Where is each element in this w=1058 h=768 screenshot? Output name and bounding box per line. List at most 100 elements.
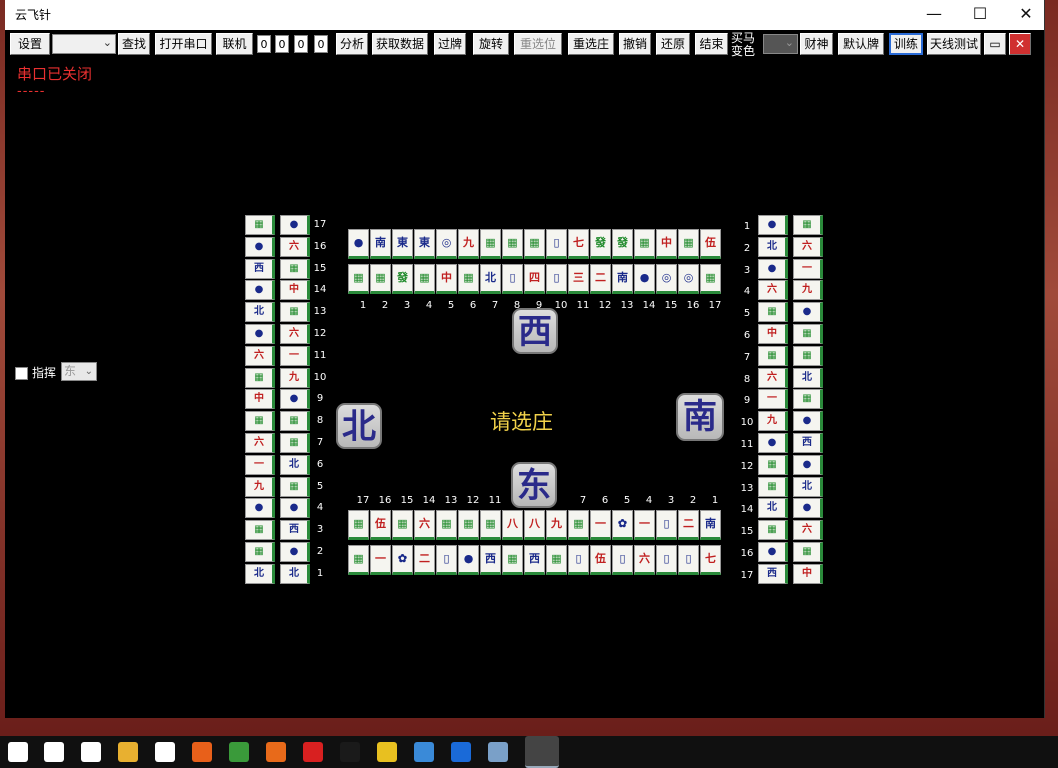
left-wall-tile[interactable]: 北 (245, 563, 275, 584)
right-wall-tile[interactable]: 北 (758, 498, 788, 519)
num-field-1[interactable]: 0 (257, 35, 271, 53)
left-wall-tile[interactable]: ▦ (245, 411, 275, 432)
bottom-wall-tile[interactable]: 二 (414, 545, 435, 575)
right-wall-tile[interactable]: ▦ (758, 454, 788, 475)
top-wall-tile[interactable]: 發 (392, 264, 413, 294)
bottom-wall-tile[interactable]: ▯ (612, 545, 633, 575)
right-wall-tile[interactable]: ▦ (758, 520, 788, 541)
bottom-wall-tile[interactable]: 一 (370, 545, 391, 575)
direction-select[interactable]: 东 ⌄ (61, 362, 97, 381)
app-orange-icon[interactable] (266, 742, 286, 762)
wind-north[interactable]: 北 (336, 403, 382, 449)
right-wall-tile[interactable]: ● (793, 302, 823, 323)
left-wall-tile[interactable]: 一 (280, 345, 310, 366)
chrome-icon[interactable] (229, 742, 249, 762)
left-wall-tile[interactable]: 六 (245, 345, 275, 366)
bottom-wall-tile[interactable]: ▦ (392, 510, 413, 540)
firefox-icon[interactable] (192, 742, 212, 762)
chat-icon[interactable] (44, 742, 64, 762)
top-wall-tile[interactable]: 九 (458, 229, 479, 259)
bottom-wall-tile[interactable]: ✿ (392, 545, 413, 575)
bottom-wall-tile[interactable]: ▦ (502, 545, 523, 575)
left-wall-tile[interactable]: 中 (245, 389, 275, 410)
command-checkbox[interactable] (15, 367, 28, 380)
bottom-wall-tile[interactable]: 七 (700, 545, 721, 575)
wind-west[interactable]: 西 (512, 308, 558, 354)
left-wall-tile[interactable]: ▦ (245, 542, 275, 562)
bottom-wall-tile[interactable]: 西 (480, 545, 501, 575)
bottom-wall-tile[interactable]: 伍 (590, 545, 611, 575)
bottom-wall-tile[interactable]: 八 (524, 510, 545, 540)
num-field-4[interactable]: 0 (314, 35, 328, 53)
right-wall-tile[interactable]: ● (793, 498, 823, 519)
left-wall-tile[interactable]: ▦ (245, 367, 275, 388)
find-button[interactable]: 查找 (118, 33, 150, 55)
right-wall-tile[interactable]: ▦ (793, 389, 823, 410)
settings-button[interactable]: 设置 (10, 33, 50, 55)
close-button[interactable]: ✕ (1003, 0, 1049, 30)
right-wall-tile[interactable]: ● (793, 411, 823, 432)
right-wall-tile[interactable]: 九 (758, 411, 788, 432)
left-wall-tile[interactable]: 北 (280, 563, 310, 584)
left-wall-tile[interactable]: ▦ (280, 411, 310, 432)
right-wall-tile[interactable]: ▦ (793, 324, 823, 344)
top-wall-tile[interactable]: ▦ (458, 264, 479, 294)
bottom-wall-tile[interactable]: ▦ (436, 510, 457, 540)
right-wall-tile[interactable]: ● (758, 258, 788, 279)
app-image-icon[interactable] (488, 742, 508, 762)
right-wall-tile[interactable]: 北 (793, 476, 823, 497)
top-wall-tile[interactable]: ◎ (656, 264, 677, 294)
right-wall-tile[interactable]: 中 (793, 563, 823, 584)
left-wall-tile[interactable]: ● (245, 498, 275, 519)
right-wall-tile[interactable]: 九 (793, 280, 823, 301)
right-wall-tile[interactable]: ▦ (758, 476, 788, 497)
left-wall-tile[interactable]: 六 (280, 324, 310, 344)
undo-button[interactable]: 撤销 (619, 33, 651, 55)
top-wall-tile[interactable]: ▯ (546, 229, 567, 259)
top-wall-tile[interactable]: ▯ (546, 264, 567, 294)
left-wall-tile[interactable]: 九 (280, 367, 310, 388)
left-wall-tile[interactable]: 一 (245, 454, 275, 475)
right-wall-tile[interactable]: 六 (793, 520, 823, 541)
top-wall-tile[interactable]: ● (634, 264, 655, 294)
left-wall-tile[interactable]: ● (280, 389, 310, 410)
bottom-wall-tile[interactable]: ▦ (568, 510, 589, 540)
right-wall-tile[interactable]: ▦ (793, 542, 823, 562)
bottom-wall-tile[interactable]: 一 (590, 510, 611, 540)
bottom-wall-tile[interactable]: 南 (700, 510, 721, 540)
left-wall-tile[interactable]: 中 (280, 280, 310, 301)
train-button[interactable]: 训练 (889, 33, 923, 55)
bottom-wall-tile[interactable]: 八 (502, 510, 523, 540)
right-wall-tile[interactable]: 西 (758, 563, 788, 584)
left-wall-tile[interactable]: ▦ (245, 215, 275, 235)
right-wall-tile[interactable]: ● (758, 215, 788, 235)
right-wall-tile[interactable]: 一 (758, 389, 788, 410)
left-wall-tile[interactable]: 北 (280, 454, 310, 475)
wind-south[interactable]: 南 (676, 393, 724, 441)
windows-start-icon[interactable] (8, 742, 28, 762)
right-wall-tile[interactable]: 北 (758, 236, 788, 257)
bottom-wall-tile[interactable]: 六 (634, 545, 655, 575)
top-wall-tile[interactable]: 三 (568, 264, 589, 294)
top-wall-tile[interactable]: ▦ (414, 264, 435, 294)
reselect-position-button[interactable]: 重选位 (514, 33, 562, 55)
right-wall-tile[interactable]: ● (793, 454, 823, 475)
end-button[interactable]: 结束 (695, 33, 728, 55)
top-wall-tile[interactable]: ▦ (348, 264, 369, 294)
app-active-icon[interactable] (525, 736, 559, 768)
fetch-data-button[interactable]: 获取数据 (372, 33, 428, 55)
left-wall-tile[interactable]: ▦ (280, 258, 310, 279)
settings-combo[interactable]: ⌄ (52, 34, 116, 54)
left-wall-tile[interactable]: ● (280, 498, 310, 519)
left-wall-tile[interactable]: 六 (245, 433, 275, 453)
right-wall-tile[interactable]: 六 (758, 280, 788, 301)
bottom-wall-tile[interactable]: 九 (546, 510, 567, 540)
store-icon[interactable] (155, 742, 175, 762)
right-wall-tile[interactable]: 一 (793, 258, 823, 279)
left-wall-tile[interactable]: ● (245, 324, 275, 344)
right-wall-tile[interactable]: 西 (793, 433, 823, 453)
open-port-button[interactable]: 打开串口 (155, 33, 212, 55)
left-wall-tile[interactable]: ▦ (280, 476, 310, 497)
top-wall-tile[interactable]: 南 (370, 229, 391, 259)
app-q-icon[interactable] (451, 742, 471, 762)
